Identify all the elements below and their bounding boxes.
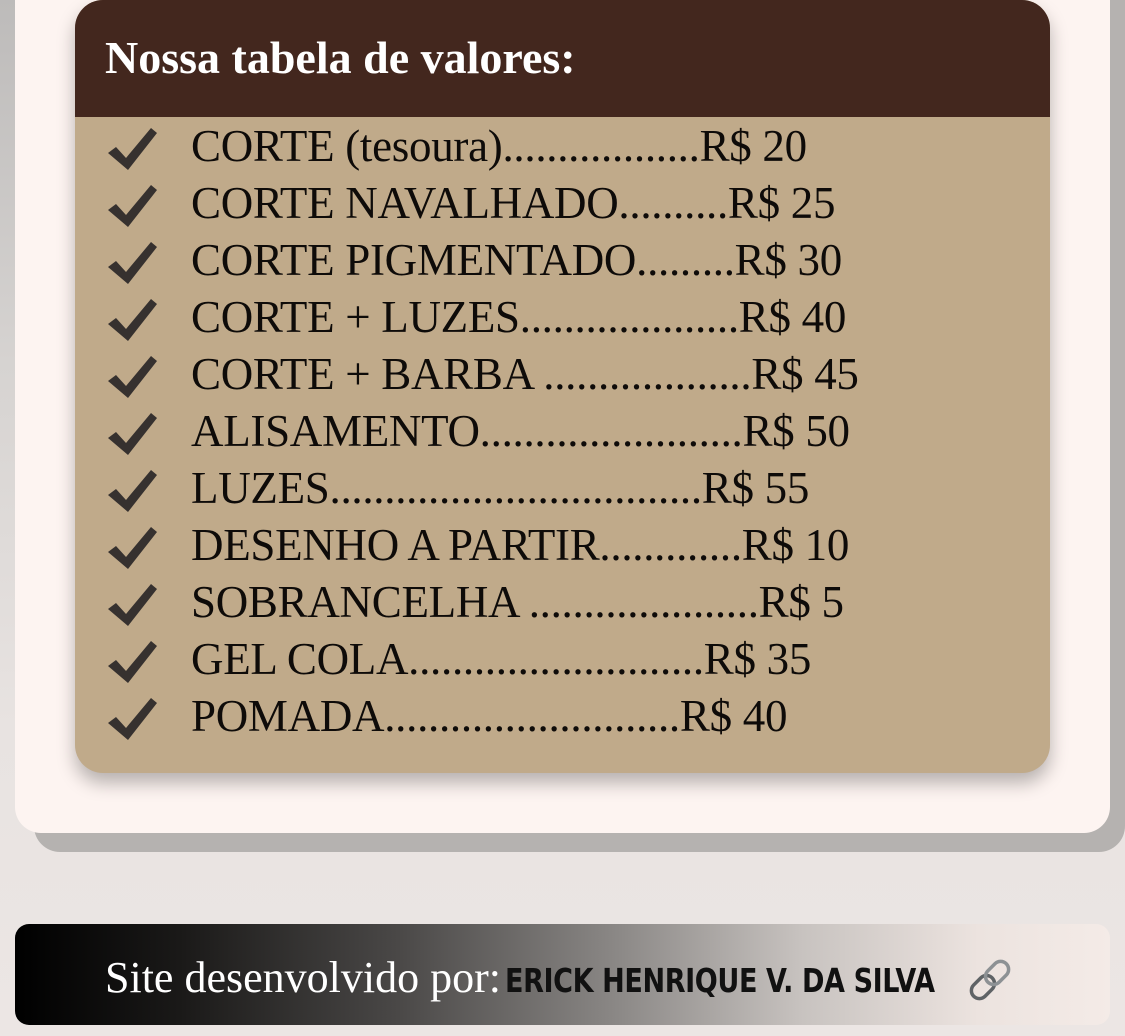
checkmark-icon xyxy=(108,698,157,740)
checkmark-icon xyxy=(108,584,157,626)
price-item-label: GEL COLA...........................R$ 35 xyxy=(191,634,812,684)
price-item-label: CORTE NAVALHADO..........R$ 25 xyxy=(191,178,836,228)
price-item-label: CORTE PIGMENTADO.........R$ 30 xyxy=(191,235,842,285)
checkmark-icon xyxy=(108,356,157,398)
checkmark-icon xyxy=(108,413,157,455)
price-item-label: ALISAMENTO........................R$ 50 xyxy=(191,406,850,456)
footer-credit: Site desenvolvido por: ERICK HENRIQUE V.… xyxy=(105,948,1029,1018)
price-item-label: CORTE + LUZES....................R$ 40 xyxy=(191,292,847,342)
footer-credit-prefix: Site desenvolvido por: xyxy=(105,953,501,1002)
link-icon[interactable] xyxy=(961,954,1019,1006)
checkmark-icon xyxy=(108,641,157,683)
checkmark-icon xyxy=(108,527,157,569)
price-item-label: POMADA...........................R$ 40 xyxy=(191,691,788,741)
price-table-card: Nossa tabela de valores: CORTE (tesoura)… xyxy=(75,0,1050,773)
checkmark-icon xyxy=(108,299,157,341)
price-table-title: Nossa tabela de valores: xyxy=(105,32,576,83)
footer-author-link[interactable]: ERICK HENRIQUE V. DA SILVA xyxy=(505,951,935,1011)
checkmark-icon xyxy=(108,242,157,284)
checkmark-icon xyxy=(108,185,157,227)
price-item-label: LUZES..................................R… xyxy=(191,463,810,513)
checkmark-icon xyxy=(108,128,157,170)
price-item-label: SOBRANCELHA .....................R$ 5 xyxy=(191,577,844,627)
footer-bar: Site desenvolvido por: ERICK HENRIQUE V.… xyxy=(15,924,1110,1025)
price-item-label: DESENHO A PARTIR.............R$ 10 xyxy=(191,520,850,570)
price-item-label: CORTE (tesoura)..................R$ 20 xyxy=(191,121,807,171)
price-item-label: CORTE + BARBA ...................R$ 45 xyxy=(191,349,859,399)
checkmark-icon xyxy=(108,470,157,512)
price-table-header: Nossa tabela de valores: xyxy=(75,0,1050,117)
